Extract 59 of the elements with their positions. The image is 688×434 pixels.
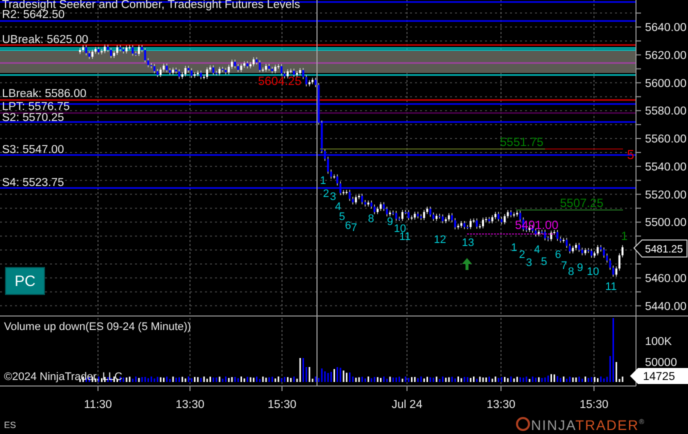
price-tick-label: 5540.00 [645,161,687,174]
count-label: 4 [534,244,540,256]
time-axis-label: 13:30 [486,399,516,411]
price-tick-label: 5600.00 [645,78,687,90]
count-label: 12 [434,234,446,246]
count-label: 11 [399,231,411,243]
pc-button[interactable]: PC [5,267,45,295]
price-tick-label: 5440.00 [645,300,687,313]
count-label: 9 [386,216,394,228]
count-label: 2 [518,249,526,261]
current-volume-tag [630,368,688,384]
ninjatrader-logo: NINJATRADER$^{®}$ [516,417,646,433]
price-annotation: 5604.25 [258,74,302,88]
level-label: UBreak: 5625.00 [2,34,88,46]
count-label: 8 [368,213,374,225]
price-tick-label: 5460.00 [645,272,687,285]
count-label: 6 [344,220,352,232]
count-label: 7 [560,260,568,272]
price-tick-label: 5560.00 [645,134,687,146]
time-axis-label: 11:30 [84,399,112,411]
instrument-label: ES [4,420,16,430]
count-label: 8 [568,266,574,278]
level-label: S3: 5547.00 [2,144,64,156]
current-volume-label: 14725 [643,371,675,383]
count-label: 9 [576,262,584,274]
current-price-label: 5481.25 [645,244,683,256]
volume-tick-label: 100K [645,336,672,348]
count-label: 3 [526,257,532,269]
count-label: 5 [338,211,346,223]
volume-tick-label: 50000 [645,357,677,369]
price-tick-label: 5580.00 [645,106,687,118]
level-label: S4: 5523.75 [2,177,64,189]
count-label: 1 [320,175,326,187]
count-label: 1 [510,242,518,254]
count-label: 7 [350,222,358,234]
count-label: 5 [540,256,548,268]
price-tick-label: 5640.00 [645,22,687,34]
time-axis-label: 15:30 [580,399,608,411]
time-axis-label: 15:30 [268,399,296,411]
up-arrow-icon [462,258,472,270]
time-axis-label: Jul 24 [392,399,422,411]
count-label: 6 [554,249,562,261]
price-annotation: 5507.25 [560,196,604,210]
volume-panel-title: Volume up down(ES 09-24 (5 Minute)) [4,321,192,333]
level-label: LBreak: 5586.00 [2,88,86,100]
price-tick-label: 5620.00 [645,50,687,62]
count-label: 13 [462,237,474,249]
copyright-text: ©2024 NinjaTrader, LLC [4,371,122,383]
price-annotation: 1 [621,229,628,243]
price-annotation: 5551.75 [500,135,544,149]
price-tick-label: 5500.00 [645,217,687,230]
level-label: R2: 5642.50 [2,9,65,21]
count-label: 10 [586,266,600,278]
count-label: 4 [334,201,342,213]
count-label: 11 [605,281,617,293]
count-label: 3 [330,191,336,203]
count-label: 2 [322,188,330,200]
time-axis-label: 13:30 [176,399,204,411]
price-tick-label: 5520.00 [645,189,687,202]
